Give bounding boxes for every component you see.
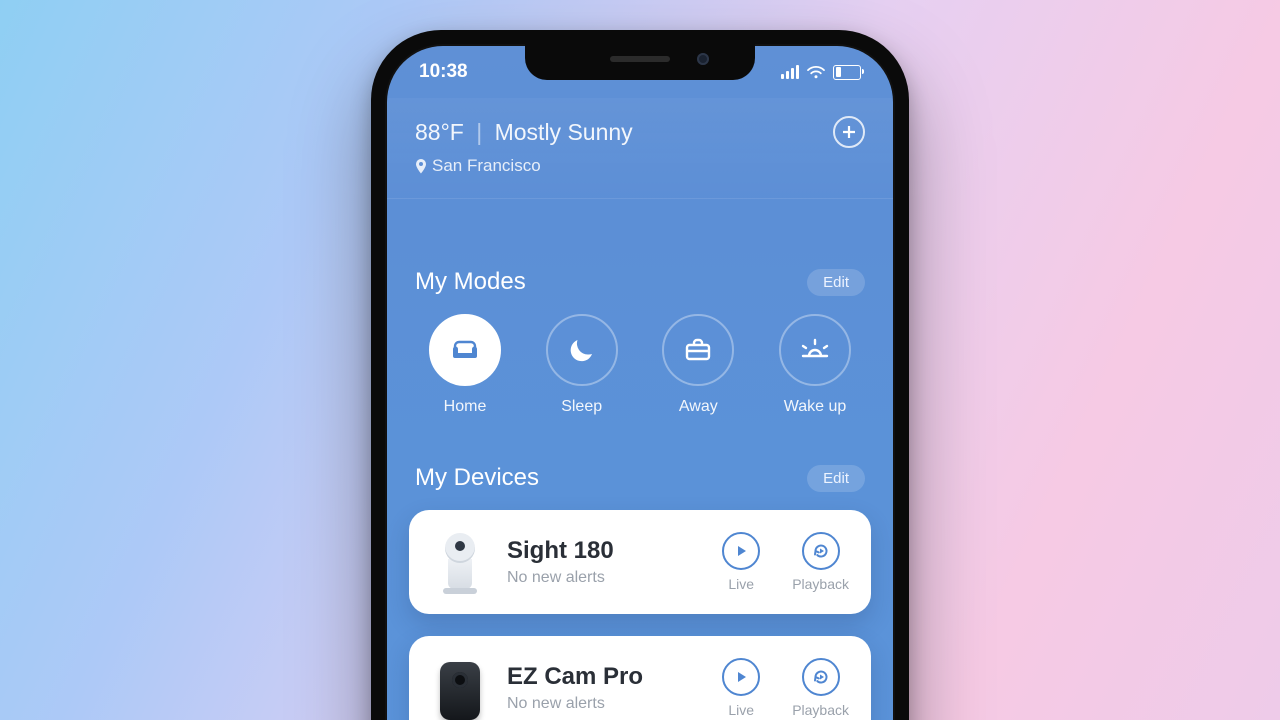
mode-label: Away (679, 398, 718, 416)
edit-devices-button[interactable]: Edit (807, 465, 865, 492)
mode-label: Home (444, 398, 487, 416)
clock: 10:38 (419, 61, 468, 83)
plus-icon (842, 125, 856, 139)
playback-button[interactable]: Playback (792, 658, 849, 718)
stage-background: 10:38 (0, 0, 1280, 720)
cellular-icon (781, 65, 799, 79)
mode-label: Sleep (561, 398, 602, 416)
weather-header: 88°F | Mostly Sunny (387, 98, 893, 199)
action-label: Playback (792, 576, 849, 592)
modes-title: My Modes (415, 268, 526, 296)
pin-icon (415, 159, 427, 174)
device-card[interactable]: EZ Cam Pro No new alerts (409, 636, 871, 720)
device-name: Sight 180 (507, 537, 704, 565)
weather-summary: 88°F | Mostly Sunny (415, 119, 633, 146)
location-name: San Francisco (432, 156, 541, 176)
briefcase-icon (682, 334, 714, 366)
sunrise-icon (799, 334, 831, 366)
sofa-icon (449, 334, 481, 366)
device-status: No new alerts (507, 569, 704, 587)
device-thumbnail (431, 656, 489, 720)
device-status: No new alerts (507, 695, 704, 713)
action-label: Playback (792, 702, 849, 718)
devices-title: My Devices (415, 464, 539, 492)
temperature: 88°F (415, 119, 464, 145)
action-label: Live (728, 702, 754, 718)
wifi-icon (806, 65, 826, 79)
add-button[interactable] (833, 116, 865, 148)
modes-row: Home Sleep (409, 314, 871, 416)
live-button[interactable]: Live (722, 532, 760, 592)
live-button[interactable]: Live (722, 658, 760, 718)
device-notch (525, 44, 755, 80)
edit-modes-button[interactable]: Edit (807, 269, 865, 296)
device-name: EZ Cam Pro (507, 663, 704, 691)
phone-frame: 10:38 (371, 30, 909, 720)
battery-icon (833, 65, 861, 80)
replay-icon (812, 542, 830, 560)
mode-sleep[interactable]: Sleep (532, 314, 632, 416)
location-row[interactable]: San Francisco (415, 156, 865, 176)
play-icon (734, 670, 748, 684)
playback-button[interactable]: Playback (792, 532, 849, 592)
moon-icon (566, 334, 598, 366)
replay-icon (812, 668, 830, 686)
device-thumbnail (431, 530, 489, 594)
action-label: Live (728, 576, 754, 592)
play-icon (734, 544, 748, 558)
app-screen: 10:38 (387, 46, 893, 720)
mode-away[interactable]: Away (648, 314, 748, 416)
device-card[interactable]: Sight 180 No new alerts (409, 510, 871, 614)
mode-home[interactable]: Home (415, 314, 515, 416)
mode-label: Wake up (784, 398, 847, 416)
weather-condition: Mostly Sunny (495, 119, 633, 145)
mode-wake-up[interactable]: Wake up (765, 314, 865, 416)
